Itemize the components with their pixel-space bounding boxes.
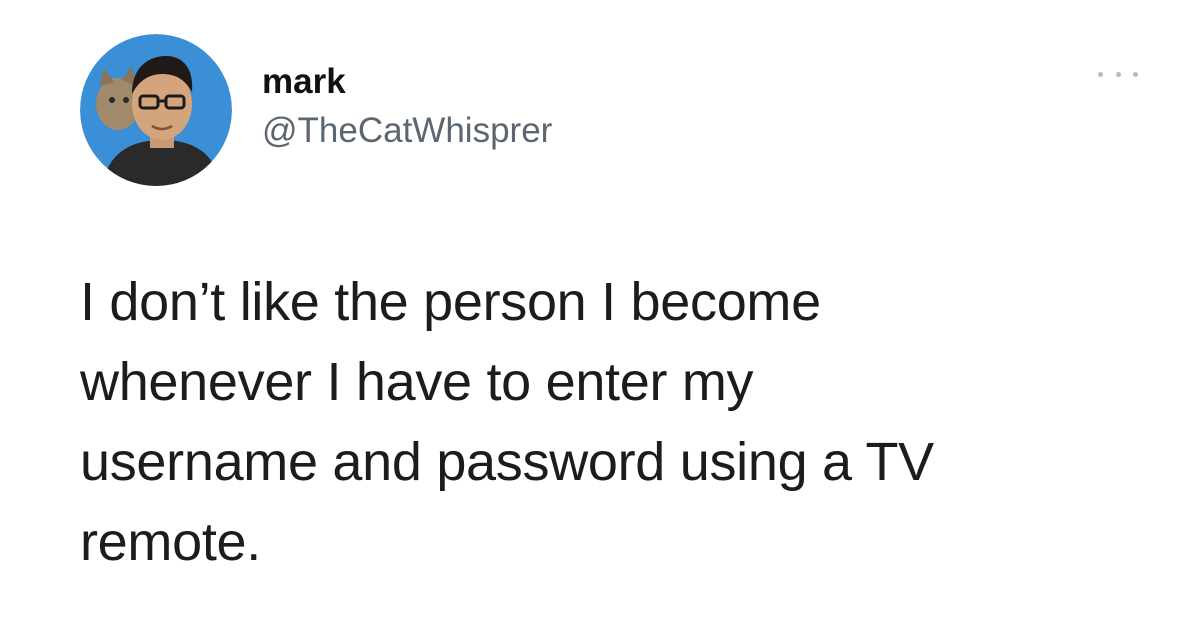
display-name[interactable]: mark (262, 61, 552, 103)
tweet-text-line: remote. (80, 512, 261, 572)
tweet-card: mark @TheCatWhisprer I don’t like the pe… (0, 0, 1200, 630)
tweet-text: I don’t like the person I become wheneve… (80, 262, 1130, 582)
user-handle[interactable]: @TheCatWhisprer (262, 109, 552, 153)
tweet-text-line: username and password using a TV (80, 432, 934, 492)
user-info: mark @TheCatWhisprer (262, 61, 552, 153)
tweet-text-line: whenever I have to enter my (80, 352, 754, 412)
more-options-button[interactable] (1098, 64, 1138, 84)
avatar[interactable] (80, 34, 232, 186)
more-options-icon-dot (1133, 71, 1138, 77)
more-options-icon (1098, 71, 1103, 77)
more-options-icon-dot (1115, 71, 1121, 77)
avatar-photo-icon (80, 34, 232, 186)
tweet-text-line: I don’t like the person I become (80, 272, 821, 332)
tweet-header: mark @TheCatWhisprer (80, 34, 552, 186)
